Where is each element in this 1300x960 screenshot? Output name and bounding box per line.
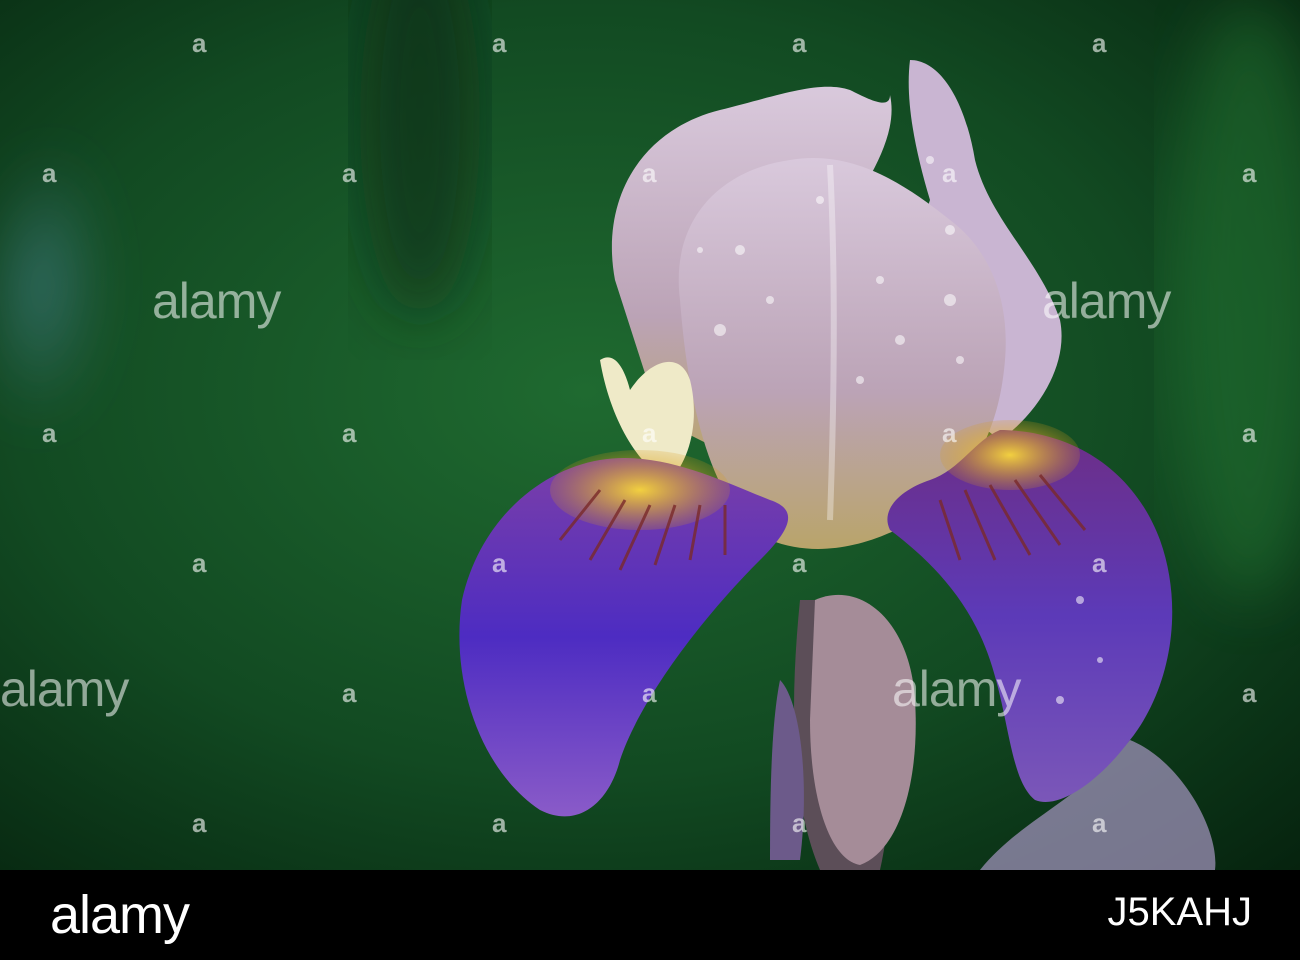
watermark-mark: a	[192, 808, 207, 838]
watermark-mark: a	[1242, 158, 1257, 188]
watermark-word: alamy	[1042, 273, 1171, 329]
watermark-mark: a	[1242, 418, 1257, 448]
footer-bar: alamy J5KAHJ	[0, 870, 1300, 960]
watermark-mark: a	[342, 158, 357, 188]
photo-stage: a a a a a a a a a alamy alamy a a a a a …	[0, 0, 1300, 960]
watermark-mark: a	[1242, 678, 1257, 708]
watermark-mark: a	[492, 808, 507, 838]
watermark-word: alamy	[892, 661, 1021, 717]
watermark-mark: a	[42, 158, 57, 188]
watermark-mark: a	[942, 418, 957, 448]
watermark-mark: a	[942, 158, 957, 188]
footer-logo: alamy	[50, 885, 190, 945]
watermark-mark: a	[1092, 808, 1107, 838]
watermark-mark: a	[342, 678, 357, 708]
watermark-mark: a	[342, 418, 357, 448]
watermark-mark: a	[1092, 548, 1107, 578]
watermark-mark: a	[792, 28, 807, 58]
watermark-mark: a	[1092, 28, 1107, 58]
image-id: J5KAHJ	[1107, 890, 1253, 934]
watermark-mark: a	[792, 548, 807, 578]
watermark-mark: a	[792, 808, 807, 838]
watermark-word: alamy	[0, 661, 129, 717]
watermark-mark: a	[642, 678, 657, 708]
watermark-mark: a	[192, 28, 207, 58]
watermark-mark: a	[192, 548, 207, 578]
watermark-mark: a	[642, 418, 657, 448]
watermark-mark: a	[492, 548, 507, 578]
watermark-mark: a	[642, 158, 657, 188]
beard-right	[940, 420, 1080, 490]
watermark-word: alamy	[152, 273, 281, 329]
watermark-mark: a	[492, 28, 507, 58]
iris-photo: a a a a a a a a a alamy alamy a a a a a …	[0, 0, 1300, 870]
watermark-mark: a	[42, 418, 57, 448]
